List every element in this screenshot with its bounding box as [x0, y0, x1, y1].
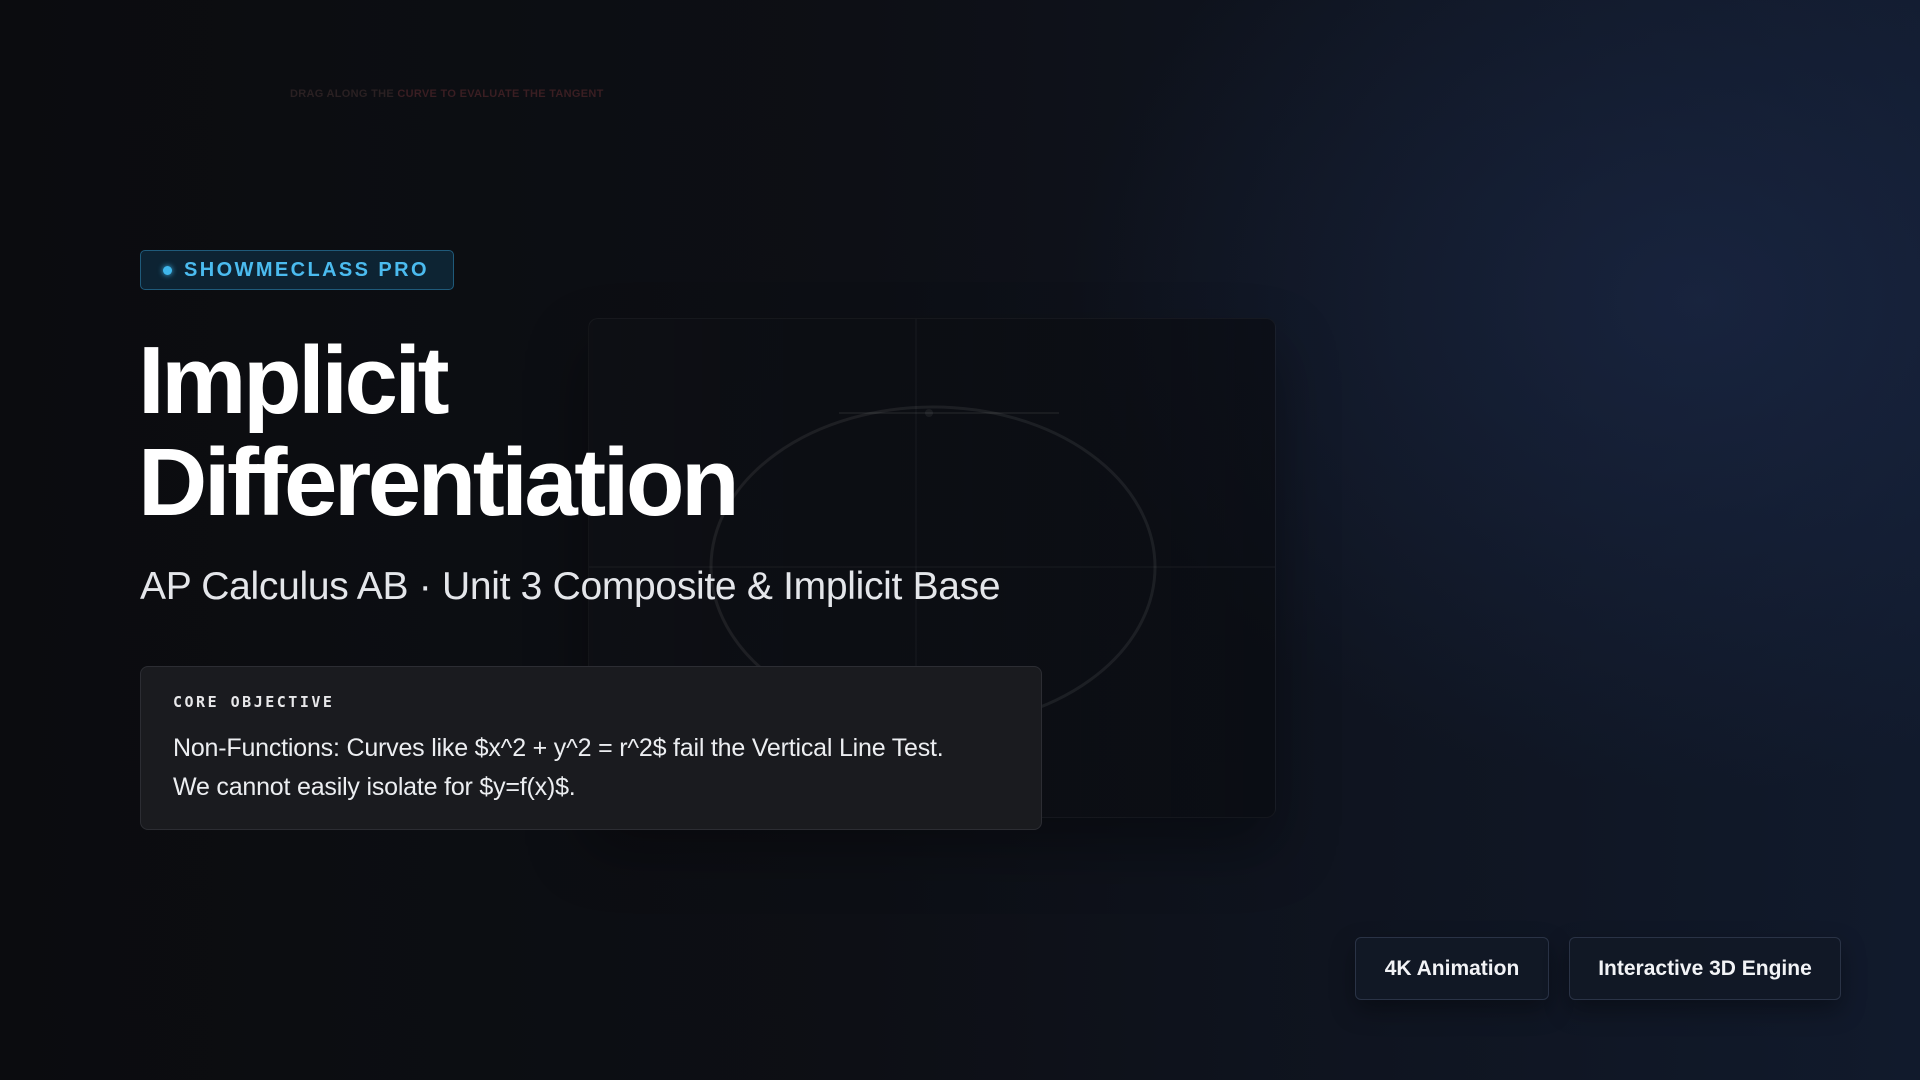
drag-hint-part2: CURVE TO EVALUATE THE TANGENT [397, 88, 604, 100]
core-objective-card: CORE OBJECTIVE Non-Functions: Curves lik… [140, 666, 1042, 830]
core-objective-line1: Non-Functions: Curves like $x^2 + y^2 = … [173, 734, 944, 762]
feature-interactive-3d-engine-button[interactable]: Interactive 3D Engine [1569, 937, 1841, 1000]
drag-hint-part1: DRAG ALONG THE [290, 88, 398, 100]
course-subtitle: AP Calculus AB · Unit 3 Composite & Impl… [140, 565, 1001, 608]
page-title-line1: Implicit [138, 327, 450, 434]
feature-4k-animation-button[interactable]: 4K Animation [1355, 937, 1549, 1000]
drag-hint: DRAG ALONG THE CURVE TO EVALUATE THE TAN… [290, 88, 604, 100]
brand-badge: SHOWMECLASS PRO [140, 250, 454, 290]
page-title-line2: Differentiation [138, 429, 740, 536]
brand-badge-label: SHOWMECLASS PRO [184, 258, 429, 281]
page-title: Implicit Differentiation [138, 327, 740, 536]
core-objective-line2: We cannot easily isolate for $y=f(x)$. [173, 773, 576, 801]
core-objective-text: Non-Functions: Curves like $x^2 + y^2 = … [173, 729, 1009, 807]
graph-tangent-point[interactable] [925, 409, 933, 417]
status-dot-icon [163, 265, 172, 275]
core-objective-label: CORE OBJECTIVE [173, 693, 335, 711]
